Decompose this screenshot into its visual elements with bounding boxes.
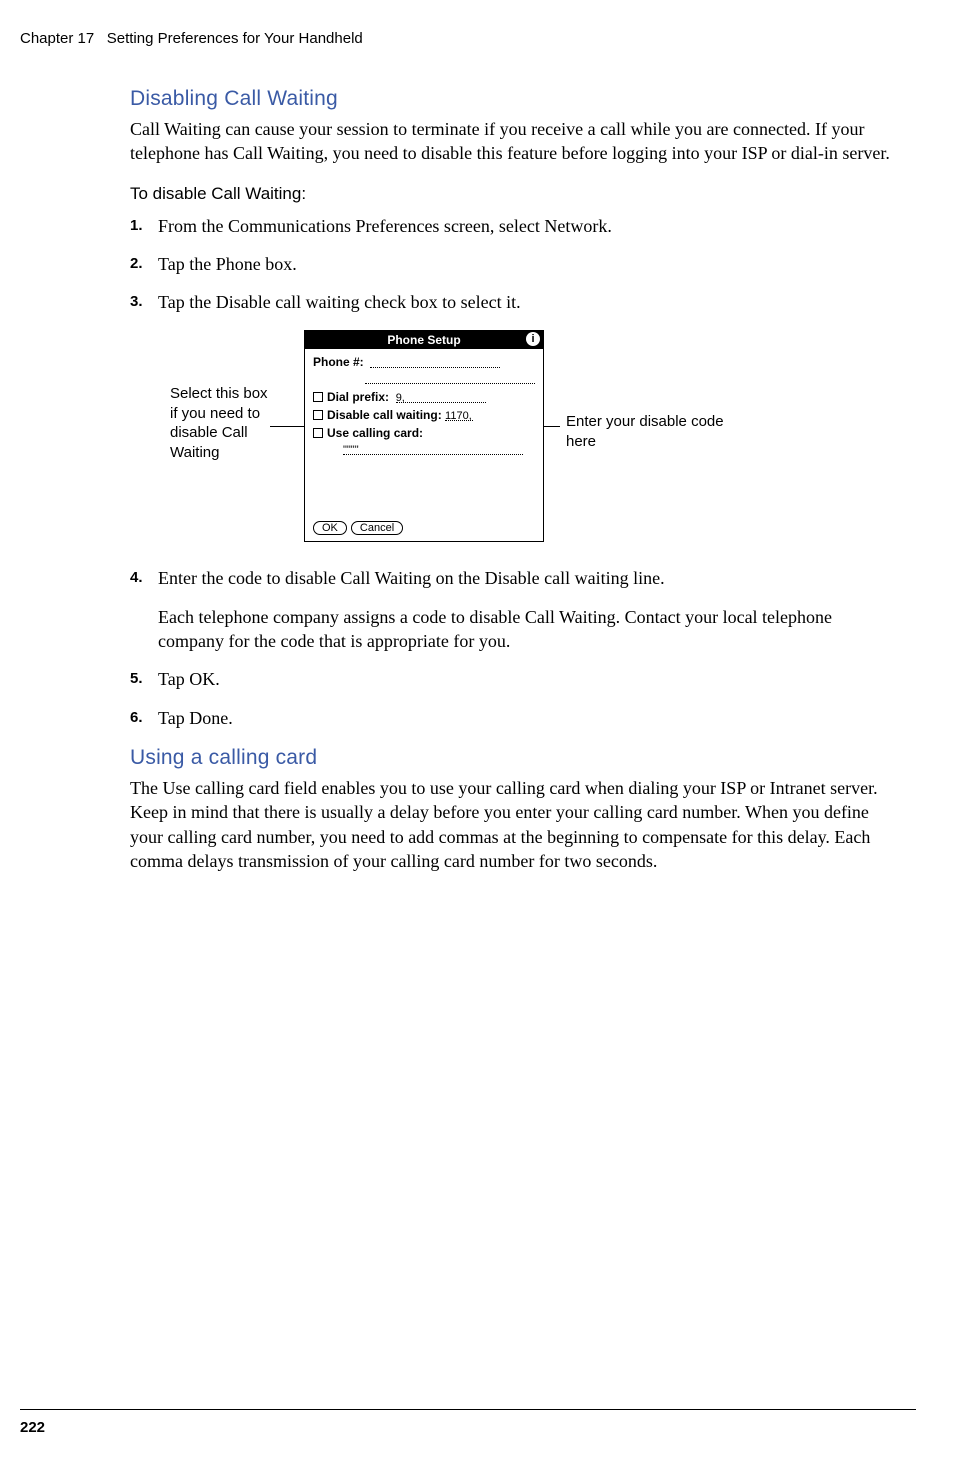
figure-phone-setup: Select this box if you need to disable C… — [170, 330, 890, 542]
calling-card-field[interactable]: """" — [343, 444, 523, 455]
step-item: 3. Tap the Disable call waiting check bo… — [130, 290, 890, 314]
cancel-button[interactable]: Cancel — [351, 521, 403, 535]
section-heading-disabling: Disabling Call Waiting — [130, 87, 890, 111]
footer-rule — [20, 1409, 916, 1410]
step-text: Tap Done. — [158, 706, 890, 730]
callout-right: Enter your disable code here — [566, 330, 726, 451]
step-text: Tap the Disable call waiting check box t… — [158, 290, 890, 314]
intro-paragraph: Call Waiting can cause your session to t… — [130, 117, 890, 166]
step-list: 1. From the Communications Preferences s… — [130, 214, 890, 315]
disable-call-waiting-field[interactable]: 1170, — [445, 410, 473, 421]
phone-number-field-2[interactable] — [365, 373, 535, 384]
step-text: Tap OK. — [158, 667, 890, 691]
step-number: 4. — [130, 566, 158, 590]
palm-screen: Phone Setup i Phone #: Dial prefix: 9, — [304, 330, 544, 542]
dial-prefix-checkbox[interactable] — [313, 392, 323, 402]
disable-call-waiting-label: Disable call waiting: — [327, 408, 442, 422]
use-calling-card-checkbox[interactable] — [313, 428, 323, 438]
chapter-label: Chapter 17 — [20, 30, 94, 47]
dial-prefix-label: Dial prefix: — [327, 390, 389, 404]
step-number: 6. — [130, 706, 158, 730]
step-text: Tap the Phone box. — [158, 252, 890, 276]
dialog-title: Phone Setup i — [305, 331, 543, 349]
disable-call-waiting-checkbox[interactable] — [313, 410, 323, 420]
step-number: 2. — [130, 252, 158, 276]
step-item: 6. Tap Done. — [130, 706, 890, 730]
page-number: 222 — [20, 1419, 45, 1436]
use-calling-card-label: Use calling card: — [327, 426, 423, 440]
step-number: 3. — [130, 290, 158, 314]
step-number: 5. — [130, 667, 158, 691]
step-number: 1. — [130, 214, 158, 238]
step-text: Enter the code to disable Call Waiting o… — [158, 566, 890, 590]
callout-line-icon — [270, 426, 304, 427]
callout-line-icon — [544, 426, 560, 427]
calling-card-paragraph: The Use calling card field enables you t… — [130, 776, 890, 873]
step-list-continued: 4. Enter the code to disable Call Waitin… — [130, 566, 890, 729]
step-item: 2. Tap the Phone box. — [130, 252, 890, 276]
step-sub-text: Each telephone company assigns a code to… — [158, 605, 890, 654]
procedure-heading: To disable Call Waiting: — [130, 184, 890, 204]
dialog-title-text: Phone Setup — [387, 333, 460, 347]
chapter-title: Setting Preferences for Your Handheld — [107, 30, 363, 47]
step-item: 4. Enter the code to disable Call Waitin… — [130, 566, 890, 590]
dial-prefix-field[interactable]: 9, — [396, 392, 486, 403]
phone-number-field[interactable] — [370, 357, 500, 368]
section-heading-calling-card: Using a calling card — [130, 746, 890, 770]
page-header: Chapter 17 Setting Preferences for Your … — [20, 30, 916, 47]
step-item: 5. Tap OK. — [130, 667, 890, 691]
info-icon[interactable]: i — [526, 332, 540, 346]
phone-number-label: Phone #: — [313, 355, 364, 369]
ok-button[interactable]: OK — [313, 521, 347, 535]
step-text: From the Communications Preferences scre… — [158, 214, 890, 238]
step-item: 1. From the Communications Preferences s… — [130, 214, 890, 238]
callout-left: Select this box if you need to disable C… — [170, 330, 270, 462]
